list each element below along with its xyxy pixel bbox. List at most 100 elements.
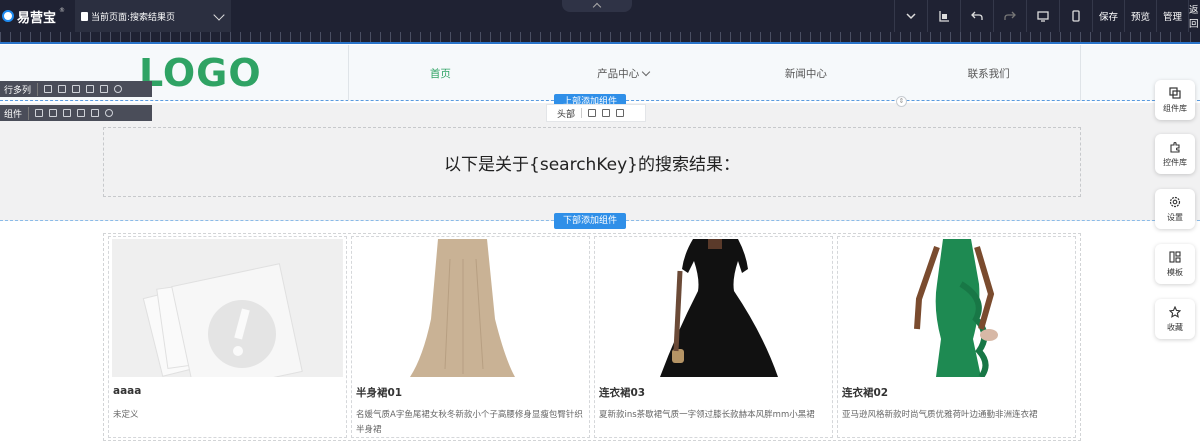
edit-icon[interactable] bbox=[35, 109, 44, 117]
product-card[interactable]: 半身裙01 名媛气质A字鱼尾裙女秋冬新款小个子高腰修身显瘦包臀针织半身裙 bbox=[351, 236, 590, 438]
dress-image bbox=[660, 239, 778, 377]
settings-button[interactable]: 设置 bbox=[1155, 189, 1195, 229]
desktop-view-button[interactable] bbox=[1025, 0, 1059, 32]
edit-icon[interactable] bbox=[44, 85, 53, 93]
product-card[interactable]: 连衣裙03 夏新款ins茶歇裙气质一字领过膝长款赫本风胖mm小黑裙 bbox=[594, 236, 833, 438]
redo-button[interactable] bbox=[992, 0, 1026, 32]
mobile-icon bbox=[1072, 10, 1080, 22]
component-label-bar: 组件 bbox=[0, 105, 152, 121]
brand-name: 易营宝 bbox=[17, 10, 57, 26]
site-header[interactable]: LOGO 首页 产品中心 新闻中心 联系我们 bbox=[0, 45, 1200, 101]
nav-item-label: 联系我们 bbox=[967, 67, 1010, 80]
nav-item-label: 产品中心 bbox=[597, 67, 640, 80]
nav-item-label: 新闻中心 bbox=[784, 67, 827, 80]
product-name[interactable]: aaaa bbox=[113, 385, 141, 397]
desktop-icon bbox=[1037, 10, 1049, 22]
nav-item-contact[interactable]: 联系我们 bbox=[897, 45, 1080, 101]
back-button[interactable]: 返回 bbox=[1188, 0, 1200, 32]
toolbar-actions: 保存 预览 管理 返回 bbox=[893, 0, 1200, 32]
align-icon bbox=[939, 11, 949, 22]
row-label: 行多列 bbox=[4, 82, 39, 96]
settings-icon[interactable] bbox=[602, 109, 611, 117]
component-library-icon bbox=[1168, 86, 1182, 100]
side-label: 组件库 bbox=[1163, 104, 1187, 113]
side-label: 收藏 bbox=[1167, 323, 1183, 332]
preview-button[interactable]: 预览 bbox=[1123, 0, 1156, 32]
site-logo[interactable]: LOGO bbox=[139, 51, 262, 95]
nav-item-label: 首页 bbox=[429, 67, 451, 80]
divider bbox=[581, 108, 583, 118]
add-component-below-button[interactable]: 下部添加组件 bbox=[554, 213, 627, 229]
product-image[interactable] bbox=[355, 239, 586, 377]
nav-item-home[interactable]: 首页 bbox=[349, 45, 532, 101]
brand[interactable]: 易营宝 ® bbox=[0, 0, 70, 32]
animation-icon[interactable] bbox=[86, 85, 95, 93]
favorite-icon[interactable] bbox=[91, 109, 100, 117]
main-nav: 首页 产品中心 新闻中心 联系我们 bbox=[348, 45, 1081, 101]
expand-menu-button[interactable] bbox=[893, 0, 927, 32]
product-image[interactable] bbox=[112, 239, 343, 377]
product-card[interactable]: aaaa 未定义 bbox=[108, 236, 347, 438]
nav-item-products[interactable]: 产品中心 bbox=[532, 45, 715, 101]
current-page-select[interactable]: 当前页面:搜索结果页 bbox=[75, 0, 231, 32]
image-placeholder-icon bbox=[112, 239, 342, 377]
widget-library-icon bbox=[1168, 140, 1182, 154]
search-result-title: 以下是关于{searchKey}的搜索结果： bbox=[444, 154, 740, 175]
template-button[interactable]: 模板 bbox=[1155, 244, 1195, 284]
component-library-button[interactable]: 组件库 bbox=[1155, 80, 1195, 120]
manage-button[interactable]: 管理 bbox=[1155, 0, 1188, 32]
eye-icon[interactable] bbox=[105, 109, 114, 117]
product-desc: 夏新款ins茶歇裙气质一字领过膝长款赫本风胖mm小黑裙 bbox=[599, 410, 815, 420]
chevron-down-icon bbox=[906, 13, 916, 20]
document-icon bbox=[81, 11, 88, 21]
layers-icon[interactable] bbox=[72, 85, 81, 93]
eye-icon[interactable] bbox=[114, 85, 123, 93]
settings-icon bbox=[1168, 195, 1182, 209]
resize-handle[interactable]: ⇕ bbox=[896, 96, 907, 107]
favorite-icon[interactable] bbox=[100, 85, 109, 93]
widget-library-button[interactable]: 控件库 bbox=[1155, 134, 1195, 174]
layers-icon[interactable] bbox=[63, 109, 72, 117]
edit-icon[interactable] bbox=[588, 109, 597, 117]
skirt-image bbox=[410, 239, 515, 377]
section-toolbar: 头部 bbox=[546, 104, 646, 122]
top-toolbar: 易营宝 ® 当前页面:搜索结果页 保存 预览 管理 返回 bbox=[0, 0, 1200, 32]
star-icon bbox=[1168, 305, 1182, 319]
product-name[interactable]: 连衣裙02 bbox=[842, 385, 888, 400]
settings-icon[interactable] bbox=[58, 85, 67, 93]
align-button[interactable] bbox=[926, 0, 960, 32]
registered-mark: ® bbox=[59, 7, 66, 14]
nav-item-news[interactable]: 新闻中心 bbox=[715, 45, 898, 101]
favorites-button[interactable]: 收藏 bbox=[1155, 299, 1195, 339]
product-desc: 名媛气质A字鱼尾裙女秋冬新款小个子高腰修身显瘦包臀针织半身裙 bbox=[356, 410, 583, 435]
side-label: 设置 bbox=[1167, 213, 1183, 222]
component-label: 组件 bbox=[4, 106, 30, 120]
product-image[interactable] bbox=[598, 239, 829, 377]
side-label: 模板 bbox=[1167, 268, 1183, 277]
chevron-down-icon bbox=[641, 67, 651, 76]
chevron-down-icon bbox=[213, 9, 225, 21]
product-desc: 未定义 bbox=[113, 410, 139, 420]
row-label-bar: 行多列 bbox=[0, 81, 152, 97]
product-name[interactable]: 半身裙01 bbox=[356, 385, 402, 400]
template-icon bbox=[1168, 250, 1182, 264]
collapse-toolbar-button[interactable] bbox=[562, 0, 632, 12]
animation-icon[interactable] bbox=[77, 109, 86, 117]
product-desc: 亚马逊风格新款时尚气质优雅荷叶边通勤非洲连衣裙 bbox=[842, 410, 1038, 420]
settings-icon[interactable] bbox=[49, 109, 58, 117]
redo-icon bbox=[1004, 11, 1016, 20]
side-label: 控件库 bbox=[1163, 158, 1187, 167]
product-name[interactable]: 连衣裙03 bbox=[599, 385, 645, 400]
undo-icon bbox=[971, 11, 983, 20]
search-title-box[interactable]: 以下是关于{searchKey}的搜索结果： bbox=[103, 127, 1081, 197]
product-image[interactable] bbox=[841, 239, 1072, 377]
style-icon[interactable] bbox=[616, 109, 625, 117]
section-name: 头部 bbox=[557, 109, 576, 120]
green-dress-image bbox=[914, 239, 998, 377]
current-page-label: 当前页面:搜索结果页 bbox=[91, 12, 176, 23]
undo-button[interactable] bbox=[959, 0, 993, 32]
mobile-view-button[interactable] bbox=[1058, 0, 1092, 32]
product-list: aaaa 未定义 半身裙01 名媛气质A字鱼尾裙女秋冬新款小个子高腰修身显瘦包臀… bbox=[103, 233, 1081, 441]
save-button[interactable]: 保存 bbox=[1091, 0, 1124, 32]
product-card[interactable]: 连衣裙02 亚马逊风格新款时尚气质优雅荷叶边通勤非洲连衣裙 bbox=[837, 236, 1076, 438]
